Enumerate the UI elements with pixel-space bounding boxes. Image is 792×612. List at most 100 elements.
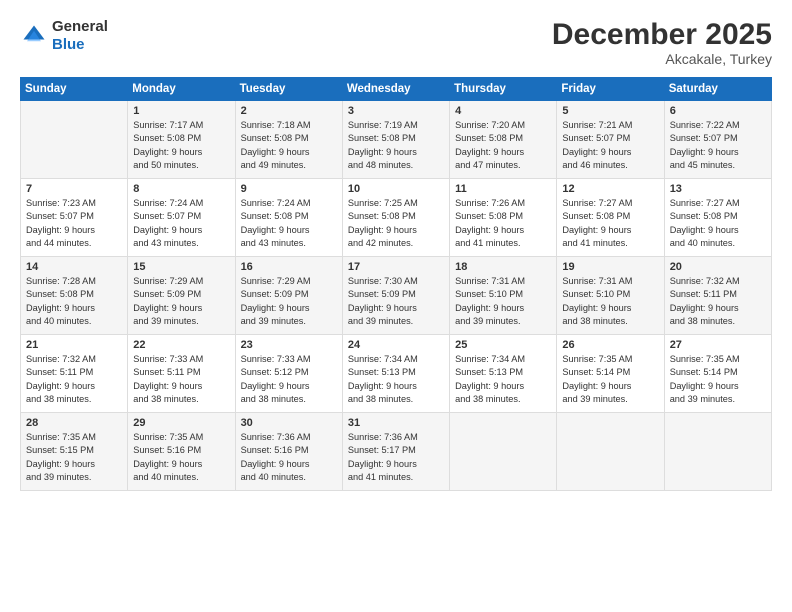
day-number: 10 bbox=[348, 183, 445, 195]
calendar-cell: 27Sunrise: 7:35 AMSunset: 5:14 PMDayligh… bbox=[664, 335, 771, 413]
day-info: Sunrise: 7:29 AMSunset: 5:09 PMDaylight:… bbox=[241, 275, 338, 328]
week-row-4: 21 Sunrise: 7:32 AMSunset: 5:11 PMDayligh… bbox=[21, 335, 772, 413]
day-info: Sunrise: 7:27 AMSunset: 5:08 PMDaylight:… bbox=[670, 197, 767, 250]
calendar-cell: 16 Sunrise: 7:29 AMSunset: 5:09 PMDayligh… bbox=[235, 257, 342, 335]
day-number: 1 bbox=[133, 105, 230, 117]
day-number: 7 bbox=[26, 183, 123, 195]
calendar-cell: 22 Sunrise: 7:33 AMSunset: 5:11 PMDayligh… bbox=[128, 335, 235, 413]
calendar-cell: 2Sunrise: 7:18 AMSunset: 5:08 PMDaylight… bbox=[235, 101, 342, 179]
page: General Blue December 2025 Akcakale, Tur… bbox=[0, 0, 792, 612]
day-number: 30 bbox=[241, 417, 338, 429]
title-block: December 2025 Akcakale, Turkey bbox=[552, 18, 772, 67]
calendar-cell: 19Sunrise: 7:31 AMSunset: 5:10 PMDayligh… bbox=[557, 257, 664, 335]
week-row-2: 7 Sunrise: 7:23 AMSunset: 5:07 PMDaylight… bbox=[21, 179, 772, 257]
day-info: Sunrise: 7:27 AMSunset: 5:08 PMDaylight:… bbox=[562, 197, 659, 250]
day-number: 6 bbox=[670, 105, 767, 117]
day-info: Sunrise: 7:32 AMSunset: 5:11 PMDaylight:… bbox=[670, 275, 767, 328]
day-info: Sunrise: 7:24 AMSunset: 5:08 PMDaylight:… bbox=[241, 197, 338, 250]
week-row-1: 1Sunrise: 7:17 AMSunset: 5:08 PMDaylight… bbox=[21, 101, 772, 179]
calendar-cell: 31 Sunrise: 7:36 AMSunset: 5:17 PMDayligh… bbox=[342, 413, 449, 491]
calendar-cell: 3Sunrise: 7:19 AMSunset: 5:08 PMDaylight… bbox=[342, 101, 449, 179]
day-number: 18 bbox=[455, 261, 552, 273]
day-header-monday: Monday bbox=[128, 78, 235, 101]
subtitle: Akcakale, Turkey bbox=[552, 51, 772, 67]
day-number: 15 bbox=[133, 261, 230, 273]
month-title: December 2025 bbox=[552, 18, 772, 51]
calendar-cell: 6 Sunrise: 7:22 AMSunset: 5:07 PMDaylight… bbox=[664, 101, 771, 179]
day-number: 14 bbox=[26, 261, 123, 273]
calendar-cell: 5 Sunrise: 7:21 AMSunset: 5:07 PMDaylight… bbox=[557, 101, 664, 179]
day-info: Sunrise: 7:36 AMSunset: 5:17 PMDaylight:… bbox=[348, 431, 445, 484]
calendar-cell: 7 Sunrise: 7:23 AMSunset: 5:07 PMDaylight… bbox=[21, 179, 128, 257]
day-info: Sunrise: 7:22 AMSunset: 5:07 PMDaylight:… bbox=[670, 119, 767, 172]
day-header-tuesday: Tuesday bbox=[235, 78, 342, 101]
logo: General Blue bbox=[20, 18, 108, 54]
day-info: Sunrise: 7:24 AMSunset: 5:07 PMDaylight:… bbox=[133, 197, 230, 250]
day-number: 16 bbox=[241, 261, 338, 273]
day-number: 8 bbox=[133, 183, 230, 195]
header: General Blue December 2025 Akcakale, Tur… bbox=[20, 18, 772, 67]
day-number: 4 bbox=[455, 105, 552, 117]
day-number: 28 bbox=[26, 417, 123, 429]
calendar-cell: 14 Sunrise: 7:28 AMSunset: 5:08 PMDayligh… bbox=[21, 257, 128, 335]
day-header-wednesday: Wednesday bbox=[342, 78, 449, 101]
day-header-thursday: Thursday bbox=[450, 78, 557, 101]
day-info: Sunrise: 7:35 AMSunset: 5:15 PMDaylight:… bbox=[26, 431, 123, 484]
calendar-cell: 26 Sunrise: 7:35 AMSunset: 5:14 PMDayligh… bbox=[557, 335, 664, 413]
day-info: Sunrise: 7:23 AMSunset: 5:07 PMDaylight:… bbox=[26, 197, 123, 250]
calendar-cell: 12 Sunrise: 7:27 AMSunset: 5:08 PMDayligh… bbox=[557, 179, 664, 257]
day-info: Sunrise: 7:33 AMSunset: 5:11 PMDaylight:… bbox=[133, 353, 230, 406]
day-info: Sunrise: 7:32 AMSunset: 5:11 PMDaylight:… bbox=[26, 353, 123, 406]
calendar-cell bbox=[557, 413, 664, 491]
day-number: 3 bbox=[348, 105, 445, 117]
day-number: 12 bbox=[562, 183, 659, 195]
calendar-cell: 17Sunrise: 7:30 AMSunset: 5:09 PMDayligh… bbox=[342, 257, 449, 335]
logo-general: General bbox=[52, 18, 108, 35]
calendar-cell: 20Sunrise: 7:32 AMSunset: 5:11 PMDayligh… bbox=[664, 257, 771, 335]
calendar-cell: 25 Sunrise: 7:34 AMSunset: 5:13 PMDayligh… bbox=[450, 335, 557, 413]
calendar-cell: 23 Sunrise: 7:33 AMSunset: 5:12 PMDayligh… bbox=[235, 335, 342, 413]
calendar-cell bbox=[450, 413, 557, 491]
day-info: Sunrise: 7:35 AMSunset: 5:16 PMDaylight:… bbox=[133, 431, 230, 484]
day-info: Sunrise: 7:34 AMSunset: 5:13 PMDaylight:… bbox=[455, 353, 552, 406]
day-number: 11 bbox=[455, 183, 552, 195]
day-header-saturday: Saturday bbox=[664, 78, 771, 101]
day-info: Sunrise: 7:31 AMSunset: 5:10 PMDaylight:… bbox=[562, 275, 659, 328]
day-number: 23 bbox=[241, 339, 338, 351]
day-number: 27 bbox=[670, 339, 767, 351]
day-number: 22 bbox=[133, 339, 230, 351]
calendar-table: SundayMondayTuesdayWednesdayThursdayFrid… bbox=[20, 77, 772, 491]
day-info: Sunrise: 7:35 AMSunset: 5:14 PMDaylight:… bbox=[562, 353, 659, 406]
day-info: Sunrise: 7:34 AMSunset: 5:13 PMDaylight:… bbox=[348, 353, 445, 406]
day-number: 9 bbox=[241, 183, 338, 195]
day-number: 31 bbox=[348, 417, 445, 429]
day-info: Sunrise: 7:21 AMSunset: 5:07 PMDaylight:… bbox=[562, 119, 659, 172]
day-info: Sunrise: 7:31 AMSunset: 5:10 PMDaylight:… bbox=[455, 275, 552, 328]
day-number: 26 bbox=[562, 339, 659, 351]
day-number: 24 bbox=[348, 339, 445, 351]
day-number: 2 bbox=[241, 105, 338, 117]
day-header-friday: Friday bbox=[557, 78, 664, 101]
week-row-3: 14 Sunrise: 7:28 AMSunset: 5:08 PMDayligh… bbox=[21, 257, 772, 335]
calendar-cell bbox=[21, 101, 128, 179]
calendar-cell: 18 Sunrise: 7:31 AMSunset: 5:10 PMDayligh… bbox=[450, 257, 557, 335]
calendar-cell bbox=[664, 413, 771, 491]
day-info: Sunrise: 7:26 AMSunset: 5:08 PMDaylight:… bbox=[455, 197, 552, 250]
calendar-cell: 4 Sunrise: 7:20 AMSunset: 5:08 PMDaylight… bbox=[450, 101, 557, 179]
calendar-cell: 15Sunrise: 7:29 AMSunset: 5:09 PMDayligh… bbox=[128, 257, 235, 335]
day-number: 21 bbox=[26, 339, 123, 351]
day-info: Sunrise: 7:28 AMSunset: 5:08 PMDaylight:… bbox=[26, 275, 123, 328]
day-info: Sunrise: 7:36 AMSunset: 5:16 PMDaylight:… bbox=[241, 431, 338, 484]
day-info: Sunrise: 7:20 AMSunset: 5:08 PMDaylight:… bbox=[455, 119, 552, 172]
week-row-5: 28 Sunrise: 7:35 AMSunset: 5:15 PMDayligh… bbox=[21, 413, 772, 491]
calendar-cell: 9 Sunrise: 7:24 AMSunset: 5:08 PMDaylight… bbox=[235, 179, 342, 257]
day-number: 5 bbox=[562, 105, 659, 117]
day-info: Sunrise: 7:33 AMSunset: 5:12 PMDaylight:… bbox=[241, 353, 338, 406]
calendar-cell: 28 Sunrise: 7:35 AMSunset: 5:15 PMDayligh… bbox=[21, 413, 128, 491]
calendar-cell: 11 Sunrise: 7:26 AMSunset: 5:08 PMDayligh… bbox=[450, 179, 557, 257]
day-header-sunday: Sunday bbox=[21, 78, 128, 101]
calendar-cell: 24 Sunrise: 7:34 AMSunset: 5:13 PMDayligh… bbox=[342, 335, 449, 413]
logo-icon bbox=[20, 22, 48, 50]
logo-blue: Blue bbox=[52, 36, 85, 53]
day-number: 25 bbox=[455, 339, 552, 351]
